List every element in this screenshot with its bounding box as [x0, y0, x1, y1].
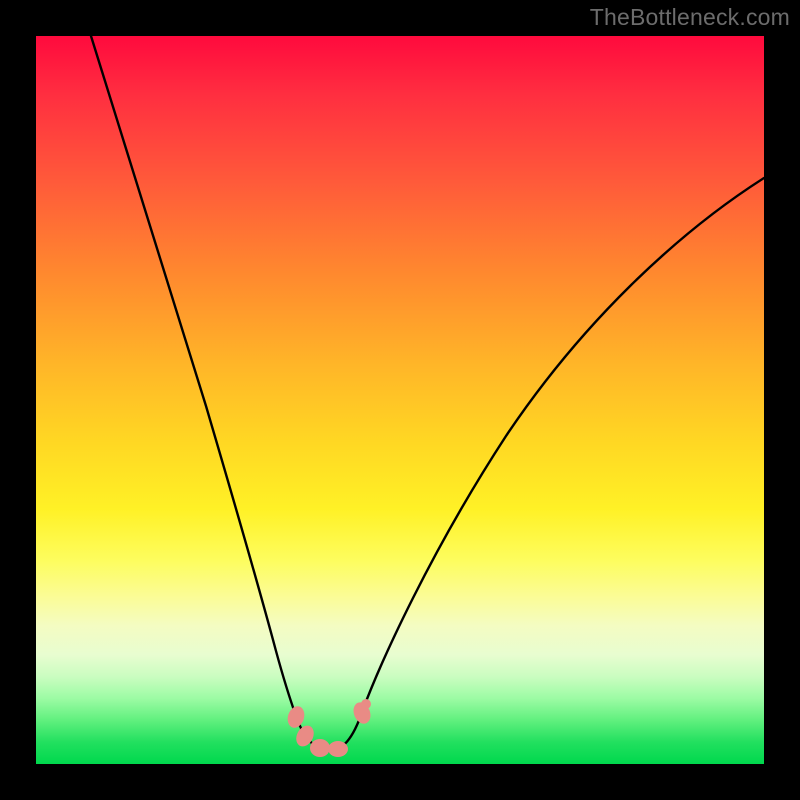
chart-frame: TheBottleneck.com	[0, 0, 800, 800]
plot-area	[36, 36, 764, 764]
marker-dot	[310, 739, 330, 757]
curve-left-branch	[91, 36, 296, 716]
watermark-text: TheBottleneck.com	[590, 4, 790, 31]
curve-right-branch	[362, 178, 764, 712]
valley-markers	[285, 699, 374, 757]
chart-svg	[36, 36, 764, 764]
marker-dot	[328, 741, 348, 757]
marker-dot	[361, 699, 371, 709]
marker-dot	[285, 704, 307, 730]
